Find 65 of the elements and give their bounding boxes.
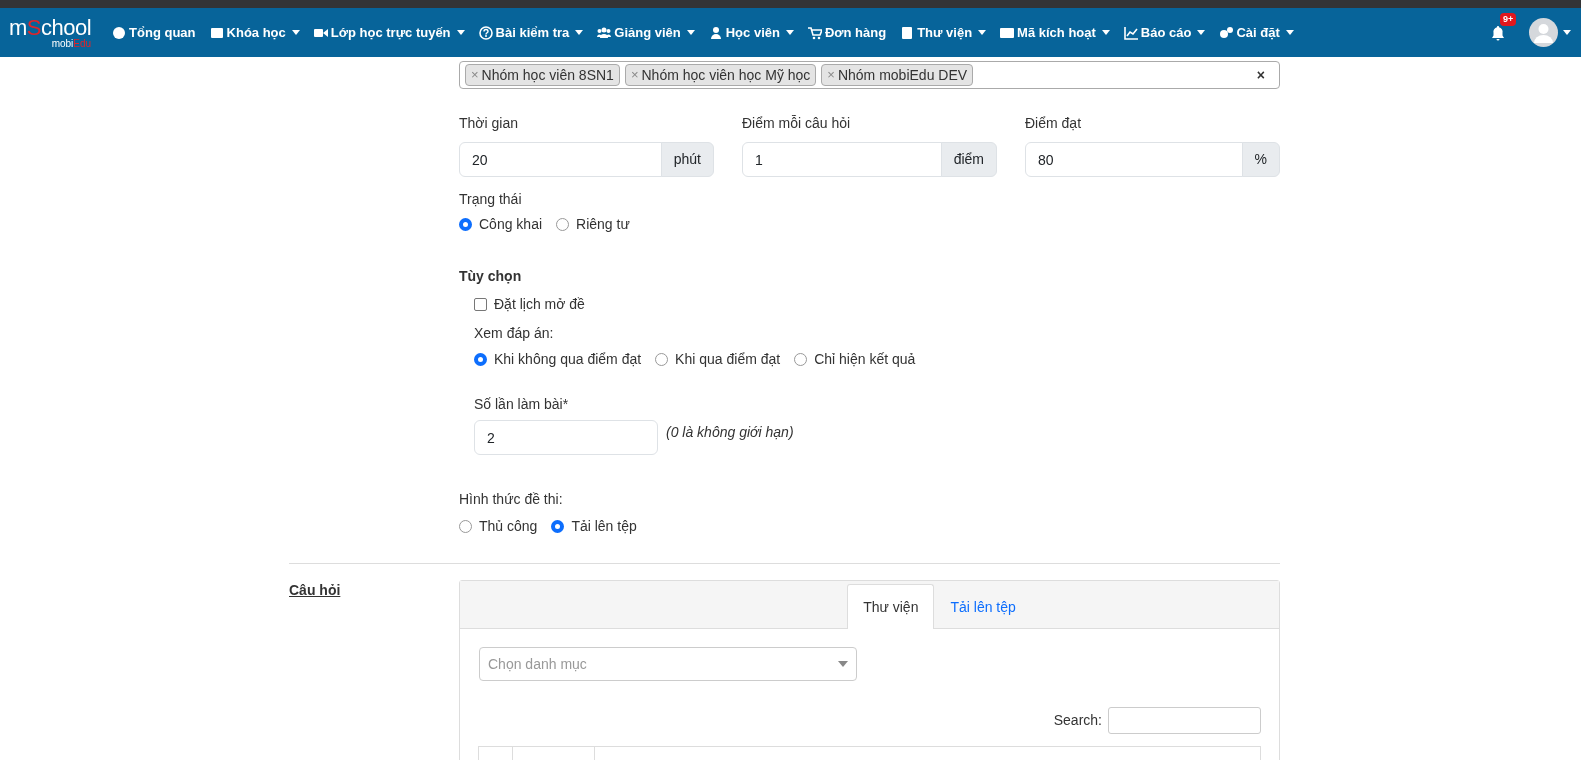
unit-label: điểm	[940, 142, 997, 177]
group-select-field[interactable]: × Nhóm học viên 8SN1 × Nhóm học viên học Mỹ học × Nhóm mobiEdu DEV ×	[459, 61, 1280, 89]
tag-label: Nhóm mobiEdu DEV	[837, 66, 968, 85]
line-chart-icon	[1123, 25, 1138, 40]
field-label: Điểm mỗi câu hỏi	[742, 114, 852, 133]
hint-text: (0 là không giới hạn)	[666, 423, 794, 442]
caret-icon[interactable]	[1563, 30, 1571, 35]
field-label: Số lần làm bài*	[474, 395, 570, 414]
radio-button[interactable]	[655, 353, 669, 366]
option-label: Công khai	[479, 215, 543, 234]
bell-icon[interactable]	[1491, 25, 1505, 41]
nav-menu-item[interactable]: Khóa học	[202, 22, 307, 43]
user-icon	[708, 25, 723, 40]
section-title: Câu hỏi	[289, 581, 342, 600]
checkbox[interactable]	[474, 298, 487, 311]
field-label: Xem đáp án:	[474, 324, 555, 343]
nav-menu-item[interactable]: Tổng quan	[105, 22, 203, 43]
radio-button[interactable]	[459, 218, 472, 231]
question-circle-icon	[478, 25, 493, 40]
tag-label: Nhóm học viên học Mỹ học	[641, 66, 811, 85]
avatar-icon[interactable]	[1529, 18, 1558, 47]
option-label: Khi không qua điểm đạt	[494, 350, 642, 369]
option-label: Riêng tư	[576, 215, 630, 234]
unit-label: %	[1241, 142, 1280, 177]
option-label: Thủ công	[479, 517, 538, 536]
field-label: Thời gian	[459, 114, 519, 133]
number-field[interactable]: 80	[1025, 142, 1243, 177]
radio-button[interactable]	[459, 520, 472, 533]
tab[interactable]: Thư viện	[847, 584, 935, 629]
field-label: Hình thức đề thi:	[459, 490, 564, 509]
nav-menu-item[interactable]: Học viên	[701, 22, 801, 43]
cart-icon	[807, 25, 822, 40]
nav-menu-item[interactable]: Lớp học trực tuyến	[306, 22, 472, 43]
section-title: Tùy chọn	[459, 267, 523, 286]
nav-menu-item[interactable]: Bài kiểm tra	[471, 22, 591, 43]
number-field[interactable]: 2	[474, 420, 658, 455]
nav-menu-item[interactable]: Báo cáo	[1116, 22, 1213, 43]
option-label: Tải lên tệp	[571, 517, 637, 536]
radio-button[interactable]	[556, 218, 570, 231]
clear-button[interactable]: ×	[1256, 64, 1265, 86]
radio-button[interactable]	[794, 353, 808, 366]
nav-menu-item[interactable]: Thư viện	[893, 22, 994, 43]
number-field[interactable]: 1	[742, 142, 942, 177]
logo[interactable]: mSchool mobiEdu	[9, 16, 92, 49]
option-label: Đặt lịch mở đề	[494, 295, 585, 314]
tab[interactable]: Tải lên tệp	[934, 584, 1032, 629]
caret-icon	[838, 661, 848, 667]
notification-count: 9+	[1500, 13, 1517, 26]
unit-label: phút	[660, 142, 714, 177]
nav-menu-item[interactable]: Mã kích hoạt	[993, 22, 1117, 43]
option-label: Chỉ hiện kết quả	[814, 350, 916, 369]
nav-menu-item[interactable]: Cài đặt	[1212, 22, 1301, 43]
nav-menu-item[interactable]: Giảng viên	[590, 22, 702, 43]
field-label: Trạng thái	[459, 190, 523, 209]
option-label: Khi qua điểm đạt	[675, 350, 781, 369]
number-field[interactable]: 20	[459, 142, 662, 177]
search-label: Search:	[1053, 711, 1102, 730]
nav-menu-item[interactable]: Đơn hàng	[800, 22, 894, 43]
search-field[interactable]	[1108, 707, 1261, 734]
field-label: Điểm đạt	[1025, 114, 1083, 133]
placeholder-text: Chọn danh mục	[488, 654, 587, 674]
radio-button[interactable]	[474, 353, 487, 366]
radio-button[interactable]	[551, 520, 565, 533]
tag-label: Nhóm học viên 8SN1	[481, 66, 614, 85]
users-icon	[597, 25, 612, 40]
